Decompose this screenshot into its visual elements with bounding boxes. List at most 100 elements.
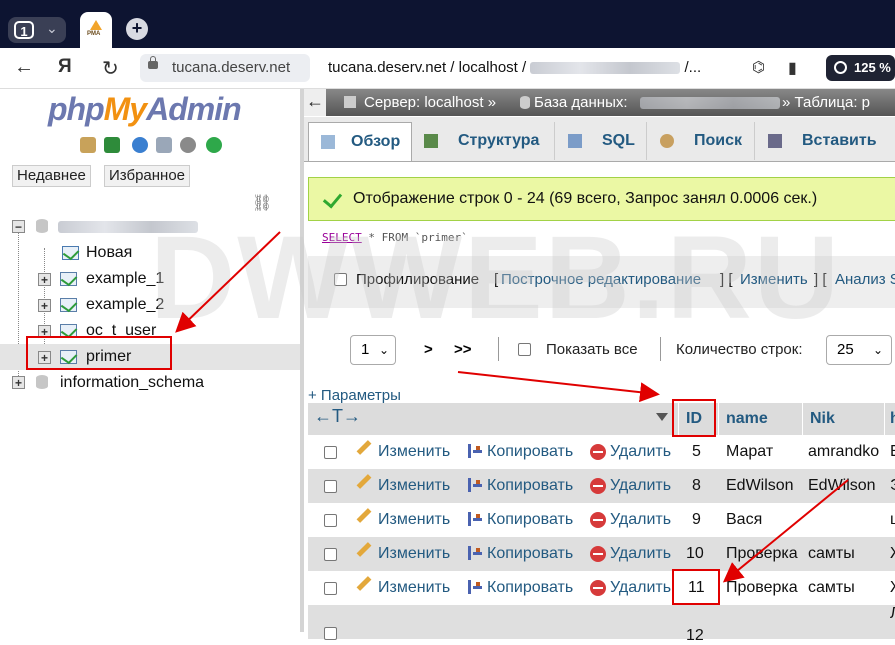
page-select[interactable]: 1 ⌄ (350, 335, 396, 365)
sql-rest: * FROM `primer` (368, 231, 468, 244)
tab-structure[interactable]: Структура (412, 122, 555, 160)
cell-nik: EdWilson (808, 477, 876, 494)
bookmark-icon[interactable]: ▮ (788, 58, 797, 78)
tab-search[interactable]: Поиск (648, 122, 755, 160)
delete-row-link[interactable]: Удалить (610, 579, 671, 597)
chevron-down-icon: ⌄ (873, 343, 884, 357)
next-page-button[interactable]: > (424, 341, 433, 358)
site-info-pill[interactable]: tucana.deserv.net (140, 54, 310, 82)
delete-row-link[interactable]: Удалить (610, 545, 671, 563)
breadcrumb-db[interactable]: База данных: (534, 89, 628, 116)
tree-item-example-1[interactable]: + example_1 (0, 266, 300, 292)
cell-h: Ж (890, 545, 895, 563)
pencil-icon (356, 576, 372, 591)
collapse-nav-arrow-icon[interactable]: ← (304, 89, 326, 116)
tree-item-information-schema[interactable]: + information_schema (0, 370, 300, 396)
collapse-icon[interactable]: − (12, 220, 25, 233)
recent-tab[interactable]: Недавнее (12, 165, 91, 187)
last-page-button[interactable]: >> (454, 341, 472, 358)
navigation-panel: phpMyAdmin Недавнее Избранное ⛓ − Новая … (0, 89, 300, 632)
expand-icon[interactable]: + (12, 376, 25, 389)
pencil-icon (356, 474, 372, 489)
breadcrumb: ← Сервер: localhost » База данных: » Таб… (304, 89, 895, 116)
cell-name: Проверка (726, 579, 798, 596)
inline-edit-link[interactable]: Построчное редактирование (501, 271, 701, 288)
row-checkbox[interactable] (324, 480, 337, 493)
zoom-indicator[interactable]: 125 % (826, 55, 895, 81)
url-path-prefix: tucana.deserv.net / localhost / (328, 59, 527, 76)
active-tab[interactable]: PMA (80, 12, 112, 48)
new-tab-button[interactable]: + (126, 18, 148, 40)
reload-icon[interactable]: ↻ (102, 56, 119, 81)
copy-row-link[interactable]: Копировать (487, 545, 573, 563)
sort-dropdown-icon[interactable] (656, 413, 668, 421)
edit-row-link[interactable]: Изменить (378, 511, 450, 529)
copy-row-link[interactable]: Копировать (487, 579, 573, 597)
column-header-nik[interactable]: Nik (810, 410, 835, 428)
copy-row-link[interactable]: Копировать (487, 511, 573, 529)
translate-icon[interactable]: ⌬ (752, 58, 765, 76)
tree-item-label: information_schema (60, 374, 205, 391)
table-icon (60, 298, 77, 312)
edit-row-link[interactable]: Изменить (378, 579, 450, 597)
back-arrow-icon[interactable]: ← (14, 56, 34, 79)
delete-row-link[interactable]: Удалить (610, 443, 671, 461)
yandex-icon[interactable]: Я (58, 56, 72, 78)
column-resize-arrows-icon[interactable]: ←T→ (314, 406, 361, 427)
tab-count-button[interactable]: 1 ⌄ (8, 17, 66, 43)
row-checkbox[interactable] (324, 514, 337, 527)
show-all-checkbox[interactable] (518, 343, 531, 356)
tab-sql[interactable]: SQL (556, 122, 647, 160)
pencil-icon (356, 508, 372, 523)
favorites-tab[interactable]: Избранное (104, 165, 191, 187)
db-row[interactable]: − (0, 214, 300, 240)
annotation-box-id-11 (672, 569, 720, 605)
logout-icon[interactable] (104, 137, 120, 153)
row-checkbox[interactable] (324, 446, 337, 459)
explain-link[interactable]: Анализ S (835, 271, 895, 288)
copy-icon (468, 512, 482, 526)
tab-browse[interactable]: Обзор (308, 122, 412, 161)
phpmyadmin-logo[interactable]: phpMyAdmin (48, 91, 242, 128)
gear-icon[interactable] (180, 137, 196, 153)
row-checkbox[interactable] (324, 548, 337, 561)
row-checkbox[interactable] (324, 627, 337, 640)
tab-insert[interactable]: Вставить (756, 122, 895, 160)
rows-count-select[interactable]: 25 ⌄ (826, 335, 892, 365)
cell-id: 12 (686, 627, 704, 644)
delete-row-link[interactable]: Удалить (610, 511, 671, 529)
cell-h: Л (890, 605, 895, 623)
database-icon (520, 96, 530, 109)
link-chain-icon[interactable]: ⛓ (252, 193, 272, 213)
url-path[interactable]: tucana.deserv.net / localhost / /... (328, 59, 701, 76)
breadcrumb-server[interactable]: Сервер: localhost » (364, 89, 496, 116)
copy-row-link[interactable]: Копировать (487, 443, 573, 461)
tree-item-new[interactable]: Новая (0, 240, 300, 266)
edit-row-link[interactable]: Изменить (378, 477, 450, 495)
copy-row-link[interactable]: Копировать (487, 477, 573, 495)
insert-icon (768, 134, 782, 148)
home-icon[interactable] (80, 137, 96, 153)
docs-icon[interactable] (156, 137, 172, 153)
reload-navigation-icon[interactable] (206, 137, 222, 153)
column-header-h[interactable]: h (890, 410, 895, 428)
cell-id: 10 (686, 545, 704, 562)
row-checkbox[interactable] (324, 582, 337, 595)
edit-row-link[interactable]: Изменить (378, 545, 450, 563)
table-row: 12 Л (308, 605, 895, 644)
edit-row-link[interactable]: Изменить (378, 443, 450, 461)
expand-icon[interactable]: + (38, 273, 51, 286)
help-icon[interactable] (132, 137, 148, 153)
expand-icon[interactable]: + (38, 299, 51, 312)
delete-icon (590, 580, 606, 596)
sql-keyword[interactable]: SELECT (322, 231, 362, 244)
column-header-name[interactable]: name (726, 410, 768, 428)
options-link[interactable]: + Параметры (308, 387, 401, 404)
tree-item-example-2[interactable]: + example_2 (0, 292, 300, 318)
table-row: Изменить Копировать Удалить 10 Проверка … (308, 537, 895, 571)
delete-row-link[interactable]: Удалить (610, 477, 671, 495)
profiling-bar: Профилирование [ Построчное редактирован… (308, 256, 895, 308)
edit-query-link[interactable]: Изменить (740, 271, 808, 288)
profiling-checkbox[interactable] (334, 273, 347, 286)
breadcrumb-table[interactable]: » Таблица: p (782, 89, 870, 116)
